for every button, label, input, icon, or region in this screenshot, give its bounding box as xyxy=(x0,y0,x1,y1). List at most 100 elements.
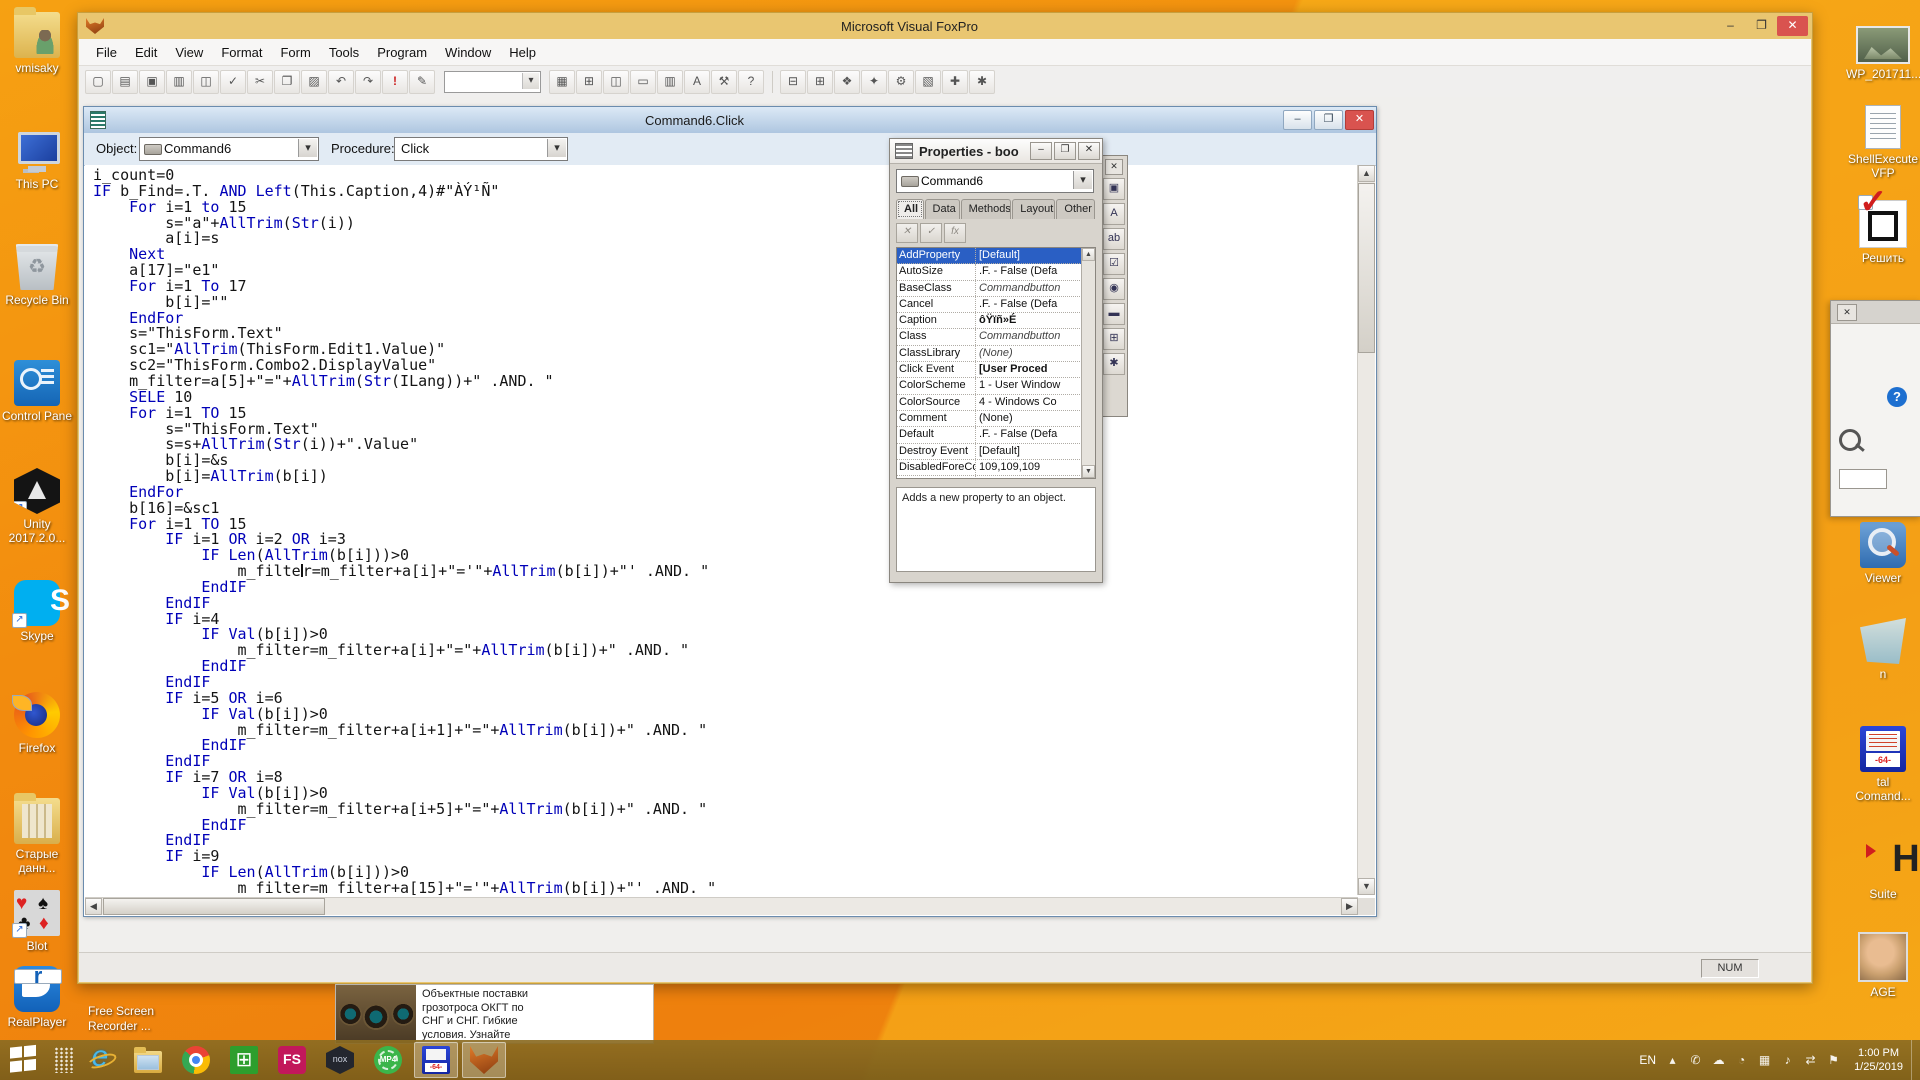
property-row[interactable]: AutoSize.F. - False (Defa xyxy=(897,264,1082,280)
phone-icon[interactable]: ✆ xyxy=(1687,1052,1704,1069)
code-close-button[interactable]: ✕ xyxy=(1345,110,1374,130)
side-window-input[interactable] xyxy=(1839,469,1887,489)
data-environment-button[interactable]: ❖ xyxy=(834,70,860,94)
scroll-left-icon[interactable]: ◀ xyxy=(85,898,102,915)
form-controls-close-icon[interactable]: ✕ xyxy=(1105,159,1123,175)
builder-lock-button[interactable]: ✱ xyxy=(1103,353,1125,375)
save-button[interactable]: ▣ xyxy=(139,70,165,94)
undo-button[interactable]: ↶ xyxy=(328,70,354,94)
window-split-button[interactable]: ⊟ xyxy=(780,70,806,94)
redo-button[interactable]: ↷ xyxy=(355,70,381,94)
taskbar-item-total-commander[interactable] xyxy=(414,1042,458,1078)
taskbar-item-internet-explorer[interactable] xyxy=(78,1042,122,1078)
form-wizard-button[interactable]: ⚙ xyxy=(888,70,914,94)
property-row[interactable]: ClassLibrary(None) xyxy=(897,346,1082,362)
volume-icon[interactable]: ♪ xyxy=(1779,1052,1796,1069)
desktop-icon-suite[interactable]: Suite xyxy=(1846,838,1920,901)
optionbutton-tool-button[interactable]: ◉ xyxy=(1103,278,1125,300)
search-icon[interactable] xyxy=(1839,429,1861,451)
code-window-button[interactable]: ⊞ xyxy=(807,70,833,94)
properties-object-dropdown[interactable]: Command6 xyxy=(896,169,1094,193)
property-grid-scrollbar[interactable]: ▲ ▼ xyxy=(1081,248,1095,478)
property-row[interactable]: Cancel.F. - False (Defa xyxy=(897,297,1082,313)
expression-builder-button[interactable]: fx xyxy=(944,223,966,243)
desktop-icon-решить[interactable]: Решить xyxy=(1846,200,1920,265)
menu-edit[interactable]: Edit xyxy=(126,42,166,63)
side-window-close-icon[interactable]: ✕ xyxy=(1837,304,1857,321)
properties-title-bar[interactable]: Properties - boo – ❐ ✕ xyxy=(890,139,1102,164)
horizontal-scroll-thumb[interactable] xyxy=(103,898,325,915)
show-desktop-button[interactable] xyxy=(1911,1040,1920,1080)
desktop-icon-старые-данн[interactable]: Старые данн... xyxy=(0,798,74,875)
taskbar-item-mp4[interactable] xyxy=(366,1042,410,1078)
properties-button[interactable]: ✦ xyxy=(861,70,887,94)
print-preview-button[interactable]: ◫ xyxy=(193,70,219,94)
run-button[interactable]: ! xyxy=(382,70,408,94)
property-row[interactable]: ColorSource4 - Windows Co xyxy=(897,395,1082,411)
form-button[interactable]: ▭ xyxy=(630,70,656,94)
cancel-value-button[interactable]: ✕ xyxy=(896,223,918,243)
maximize-button[interactable]: ❐ xyxy=(1746,16,1777,36)
procedure-dropdown[interactable]: Click xyxy=(394,137,568,161)
options-button[interactable]: ✱ xyxy=(969,70,995,94)
desktop-icon-recycle-bin[interactable]: Recycle Bin xyxy=(0,244,74,307)
desktop-icon-shellexecute-vfp[interactable]: ShellExecute VFP xyxy=(1846,105,1920,180)
color-palette-button[interactable]: ▧ xyxy=(915,70,941,94)
menu-help[interactable]: Help xyxy=(500,42,545,63)
help-button[interactable]: ? xyxy=(738,70,764,94)
taskbar-clock[interactable]: 1:00 PM 1/25/2019 xyxy=(1854,1046,1903,1074)
builder-button[interactable]: ⚒ xyxy=(711,70,737,94)
desktop-icon-control-pane[interactable]: Control Pane xyxy=(0,360,74,423)
menu-tools[interactable]: Tools xyxy=(320,42,368,63)
network-icon[interactable]: ⇄ xyxy=(1802,1052,1819,1069)
desktop-icon-n[interactable]: n xyxy=(1846,618,1920,681)
property-row[interactable]: ClassCommandbutton xyxy=(897,329,1082,345)
desktop-icon-skype[interactable]: Skype xyxy=(0,580,74,643)
grid-tool-button[interactable]: ⊞ xyxy=(1103,328,1125,350)
accept-value-button[interactable]: ✓ xyxy=(920,223,942,243)
property-row[interactable]: Click Event[User Proced xyxy=(897,362,1082,378)
code-text-area[interactable]: i_count=0IF b_Find=.T. AND Left(This.Cap… xyxy=(85,165,1358,895)
desktop-icon-unity-2017-2-0[interactable]: Unity 2017.2.0... xyxy=(0,468,74,545)
taskbar-item-chrome[interactable] xyxy=(174,1042,218,1078)
property-row[interactable]: DisabledForeCo109,109,109 xyxy=(897,460,1082,476)
taskbar-item-nox[interactable] xyxy=(318,1042,362,1078)
start-button[interactable] xyxy=(10,1047,40,1073)
tab-layout[interactable]: Layout xyxy=(1012,199,1055,219)
desktop-icon-vmisaky[interactable]: vmisaky xyxy=(0,12,74,75)
scroll-down-icon[interactable]: ▼ xyxy=(1358,878,1375,895)
language-indicator[interactable]: EN xyxy=(1639,1053,1656,1067)
menu-form[interactable]: Form xyxy=(271,42,319,63)
scroll-right-icon[interactable]: ▶ xyxy=(1341,898,1358,915)
menu-window[interactable]: Window xyxy=(436,42,500,63)
close-button[interactable]: ✕ xyxy=(1777,16,1808,36)
menu-program[interactable]: Program xyxy=(368,42,436,63)
select-tool-button[interactable]: ▣ xyxy=(1103,178,1125,200)
tab-methods[interactable]: Methods xyxy=(961,199,1012,219)
new-button[interactable]: ▢ xyxy=(85,70,111,94)
tab-all[interactable]: All xyxy=(896,199,924,219)
keyboard-icon[interactable]: ▦ xyxy=(1756,1052,1773,1069)
property-row[interactable]: Comment(None) xyxy=(897,411,1082,427)
checkbox-tool-button[interactable]: ☑ xyxy=(1103,253,1125,275)
property-row[interactable]: Destroy Event[Default] xyxy=(897,444,1082,460)
label-button[interactable]: A xyxy=(684,70,710,94)
database-button[interactable]: ▦ xyxy=(549,70,575,94)
desktop-icon-viewer[interactable]: Viewer xyxy=(1846,522,1920,585)
open-button[interactable]: ▤ xyxy=(112,70,138,94)
spelling-button[interactable]: ✓ xyxy=(220,70,246,94)
object-dropdown[interactable]: Command6 xyxy=(139,137,319,161)
desktop-icon-realplayer[interactable]: RealPlayer xyxy=(0,966,74,1029)
property-row[interactable]: BaseClassCommandbutton xyxy=(897,281,1082,297)
desktop-icon-firefox[interactable]: Firefox xyxy=(0,692,74,755)
action-center-icon[interactable]: ⚑ xyxy=(1825,1052,1842,1069)
taskbar-item-file-explorer[interactable] xyxy=(126,1042,170,1078)
horizontal-scrollbar[interactable]: ◀ ▶ xyxy=(85,897,1358,915)
taskbar-item-store[interactable] xyxy=(222,1042,266,1078)
desktop-icon-age[interactable]: AGE xyxy=(1846,932,1920,999)
cloud-icon[interactable]: ☁ xyxy=(1710,1052,1727,1069)
menu-file[interactable]: File xyxy=(87,42,126,63)
vertical-scrollbar[interactable]: ▲ ▼ xyxy=(1357,165,1375,895)
hidden-icons-chevron[interactable]: ▴ xyxy=(1664,1052,1681,1069)
report-button[interactable]: ▥ xyxy=(657,70,683,94)
